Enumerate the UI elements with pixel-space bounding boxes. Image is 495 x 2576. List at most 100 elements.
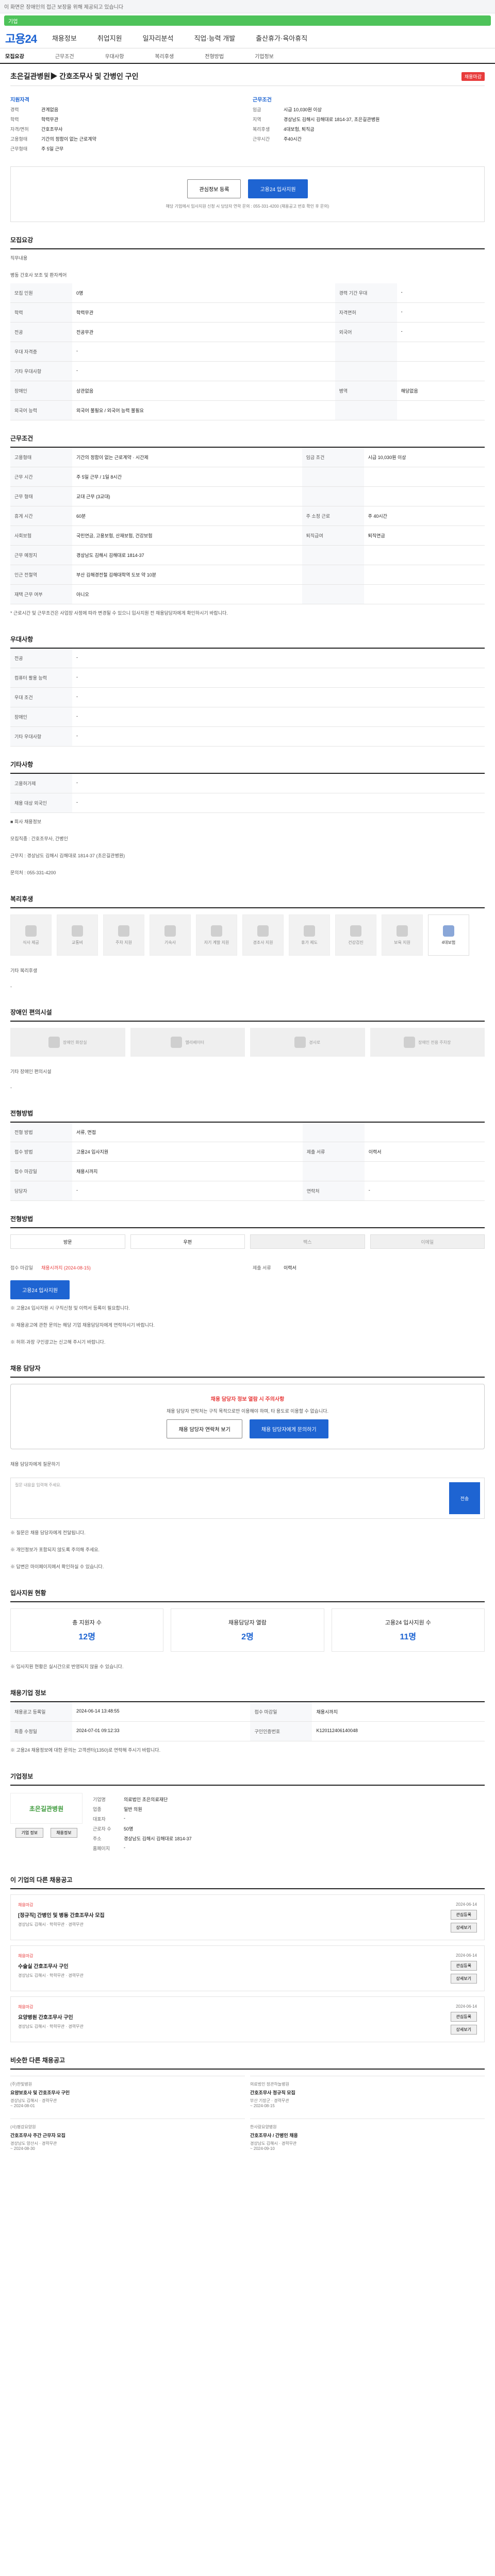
facility-item: 경사로 [250,1028,365,1057]
table-row: 채용 대상 외국인 - [10,793,485,813]
related-job-card[interactable]: 채용마감 수술실 간호조무사 구인 경상남도 김해시 · 학력무관 · 경력무관 20… [10,1945,485,1991]
save-job-button[interactable]: 관심등록 [450,1910,477,1920]
contact-warning: 채용 담당자 정보 열람 시 주의사항 [210,1397,285,1402]
view-job-button[interactable]: 상세보기 [450,1974,477,1984]
similar-date: ~ 2024-08-30 [10,2146,35,2151]
welfare-item: 휴가 제도 [289,914,330,956]
apply-button[interactable]: 고용24 입사지원 [248,179,308,198]
table-row: 접수 마감일 채용시까지 [10,1161,485,1181]
similar-title[interactable]: 간호조무사 정규직 모집 [250,2089,485,2096]
row-value: - [72,687,485,707]
stat-card: 총 지원자 수 12명 [10,1608,164,1652]
similar-jobs: (주)한빛병원 요양보호사 및 간호조무사 구인 경상남도 김해시 · 경력무관 ~ … [10,2070,485,2162]
welfare-label: 식사 제공 [23,940,39,945]
prefer-table: 전공 - 컴퓨터 활용 능력 - 우대 조건 - 장애인 - 기타 우대사항 - [10,649,485,747]
related-job-card[interactable]: 채용마감 [정규직] 간병인 및 병동 간호조무사 모집 경상남도 김해시 · 학력… [10,1894,485,1940]
row-header: 구인인증번호 [250,1721,312,1741]
similar-date: ~ 2024-08-15 [250,2104,275,2108]
job-title[interactable]: 요양병원 간호조무사 구인 [18,2013,84,2021]
tab-recruit[interactable]: 모집요강 [5,52,24,60]
row-value: - [364,1181,485,1201]
similar-title[interactable]: 요양보호사 및 간호조무사 구인 [10,2089,245,2096]
section-title: 입사지원 현황 [10,1588,485,1602]
row-header: 근무 예정지 [10,545,72,565]
tab-company[interactable]: 기업정보 [255,52,274,60]
row-value: 시급 10,030원 이상 [364,448,485,467]
similar-title[interactable]: 간호조무사 / 간병인 채용 [250,2132,485,2139]
row-header: 연락처 [302,1181,365,1201]
view-contact-button[interactable]: 채용 담당자 연락처 보기 [167,1419,242,1438]
row-header: 근무 시간 [10,467,72,487]
similar-job[interactable]: 의료법인 정관하늘병원 간호조무사 정규직 모집 부산 기장군 · 경력무관 ~ 20… [250,2076,485,2113]
nav-item-analysis[interactable]: 일자리분석 [143,33,174,43]
apply-button-bottom[interactable]: 고용24 입사지원 [10,1280,70,1299]
work-note: * 근로시간 및 근무조건은 사업장 사정에 따라 변경될 수 있으니 입사지원… [10,611,228,616]
etc-box-line: 모집직종 : 간호조무사, 간병인 [10,836,68,841]
nav-item-jobs[interactable]: 채용정보 [52,33,77,43]
job-title[interactable]: 수술실 간호조무사 구인 [18,1962,84,1970]
save-job-button[interactable]: 관심등록 [450,2012,477,2022]
nav-item-support[interactable]: 취업지원 [97,33,122,43]
deadline-value: 채용시까지 (2024-08-15) [41,1265,91,1270]
company-jobs-button[interactable]: 채용정보 [51,1828,77,1838]
nav-item-leave[interactable]: 출산휴가·육아휴직 [256,33,307,43]
row-header [302,486,364,506]
qna-section: 채용 담당자 채용 담당자 정보 열람 시 주의사항 채용 담당자 연락처는 구… [10,1364,485,1575]
qual-value: 간호조무사 [41,127,63,132]
etc-table: 고용허가제 - 채용 대상 외국인 - [10,774,485,813]
view-job-button[interactable]: 상세보기 [450,1923,477,1933]
similar-job[interactable]: 한사랑요양병원 간호조무사 / 간병인 채용 경상남도 김해시 · 경력무관 ~ 20… [250,2119,485,2156]
apply-method-0[interactable]: 방문 [10,1234,125,1249]
row-header: 우대 자격증 [10,342,72,362]
site-logo[interactable]: 고용24 [5,30,37,46]
job-card-left: 채용마감 요양병원 간호조무사 구인 경상남도 김해시 · 학력무관 · 경력무관 [18,2004,84,2035]
send-button[interactable]: 전송 [449,1482,480,1514]
tab-method[interactable]: 전형방법 [205,52,224,60]
apply-method-2: 팩스 [250,1234,365,1249]
contact-warning-box: 채용 담당자 정보 열람 시 주의사항 채용 담당자 연락처는 구직 목적으로만… [10,1384,485,1449]
company-value: - [124,1845,125,1850]
disabled-note-label: 기타 장애인 편의시설 [10,1069,52,1074]
similar-job[interactable]: (주)한빛병원 요양보호사 및 간호조무사 구인 경상남도 김해시 · 경력무관 ~ … [10,2076,245,2113]
stat-label: 총 지원자 수 [72,1620,102,1626]
recruit-table: 모집 인원 0명 경력 기간 우대 - 학력 학력무관 자격면허 - 전공 전공무관 외국어 - 우대 … [10,283,485,420]
save-interest-button[interactable]: 관심정보 등록 [187,179,241,198]
welfare-label: 경조사 지원 [253,940,273,945]
company-logo: 초은길관병원 [10,1793,82,1824]
row-header: 임금 조건 [302,448,364,467]
save-job-button[interactable]: 관심등록 [450,1961,477,1971]
work-section: 근무조건 고용형태 기간의 정함이 없는 근로계약 · 시간제 임금 조건 시급 10… [10,434,485,621]
cond-value: 시급 10,030원 이상 [284,107,322,112]
facility-icon [171,1037,183,1048]
facility-item: 엘리베이터 [130,1028,245,1057]
row-value: 이력서 [364,1142,485,1162]
welfare-item: 경조사 지원 [242,914,284,956]
row-header: 자격면허 [335,302,397,323]
nav-item-training[interactable]: 직업·능력 개발 [194,33,235,43]
company-section: 기업정보 초은길관병원 기업 정보 채용정보 기업명 의료법인 초은의료재단 업종 일… [10,1772,485,1862]
question-input[interactable]: 질문 내용을 입력해 주세요. 전송 [10,1478,485,1519]
row-header: 병역 [335,381,397,401]
docs-value: 이력서 [284,1265,296,1270]
apply-method-1[interactable]: 우편 [130,1234,245,1249]
welfare-icon [118,925,129,937]
welfare-icon [257,925,269,937]
similar-date: ~ 2024-09-10 [250,2146,275,2151]
similar-title[interactable]: 간호조무사 주간 근무자 모집 [10,2132,245,2139]
company-row: 기업명 의료법인 초은의료재단 [93,1796,485,1803]
tab-prefer[interactable]: 우대사항 [105,52,124,60]
company-info-button[interactable]: 기업 정보 [15,1828,44,1838]
tab-welfare[interactable]: 복리후생 [155,52,174,60]
row-header: 전형 방법 [10,1123,72,1142]
row-value: - [72,649,485,668]
job-title[interactable]: [정규직] 간병인 및 병동 간호조무사 모집 [18,1911,105,1919]
related-job-card[interactable]: 채용마감 요양병원 간호조무사 구인 경상남도 김해시 · 학력무관 · 경력무관 2… [10,1996,485,2042]
ask-contact-button[interactable]: 채용 담당자에게 문의하기 [249,1419,328,1438]
tab-work[interactable]: 근무조건 [55,52,74,60]
info-section: 채용기업 정보 채용공고 등록일 2024-06-14 13:48:55 접수 마감… [10,1688,485,1758]
search-pill[interactable]: 기업 [4,15,491,26]
view-job-button[interactable]: 상세보기 [450,2025,477,2035]
similar-job[interactable]: (사)평강요양원 간호조무사 주간 근무자 모집 경상남도 양산시 · 경력무관 ~ … [10,2119,245,2156]
facility-icon [48,1037,60,1048]
apply-note: ※ 채용공고에 관한 문의는 해당 기업 채용담당자에게 연락하시기 바랍니다. [10,1323,155,1328]
